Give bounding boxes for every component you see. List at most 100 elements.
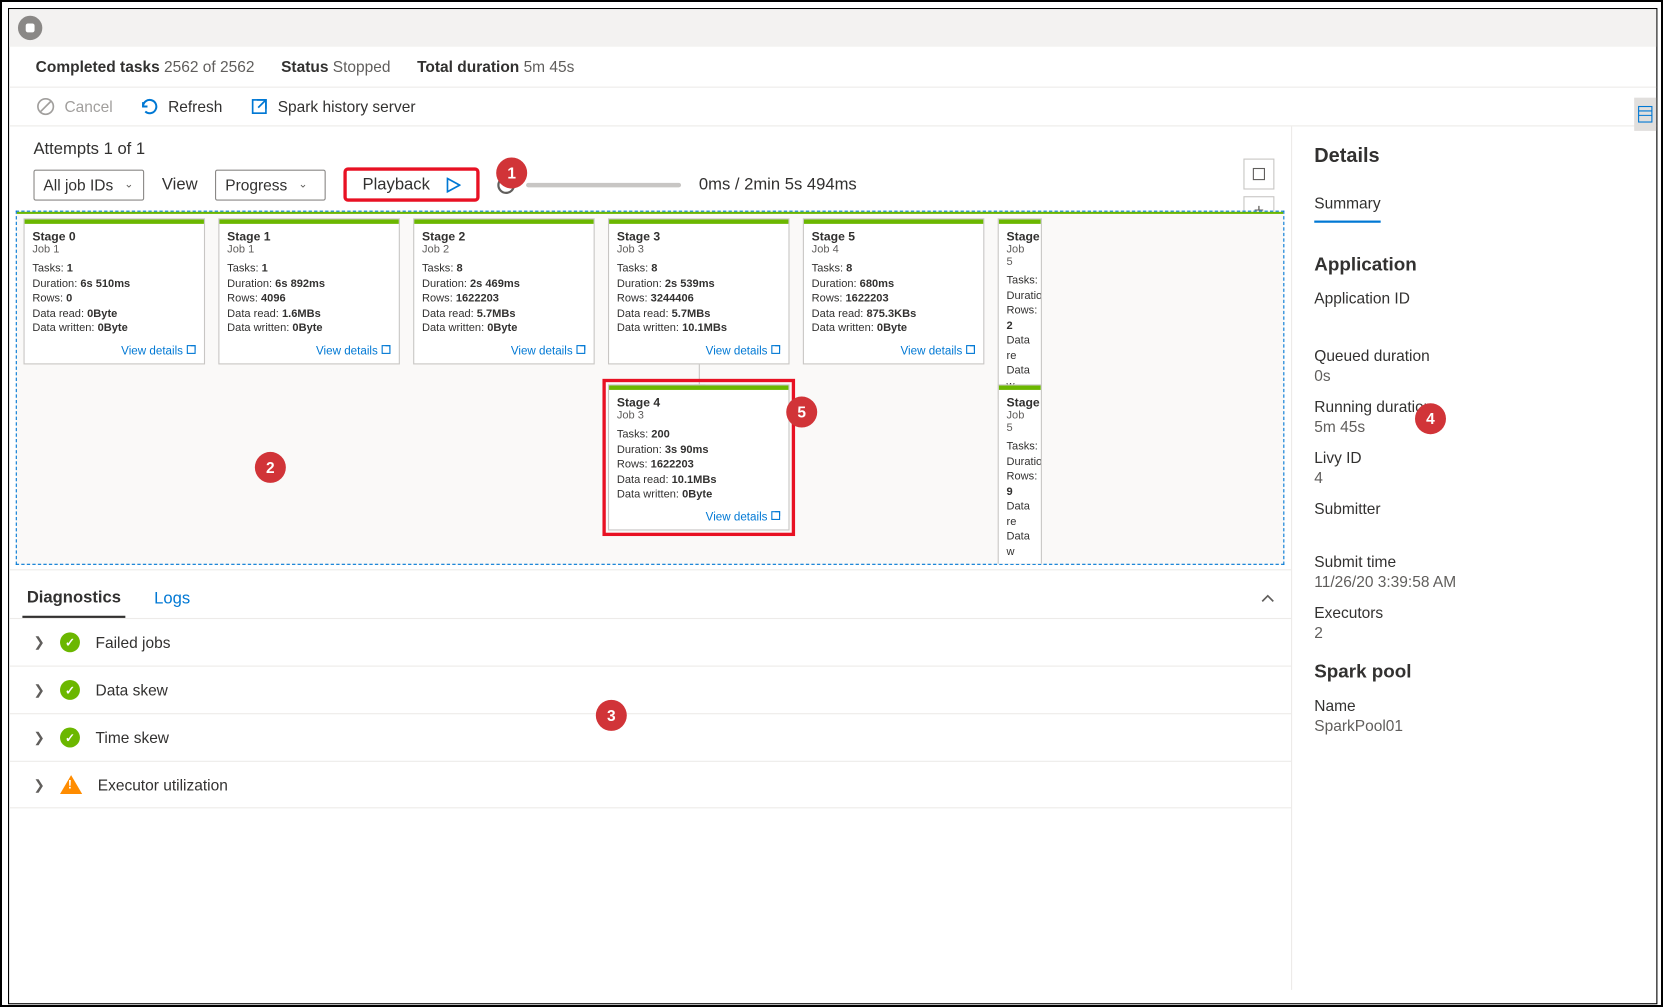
spark-history-button[interactable]: Spark history server xyxy=(249,97,416,117)
chevron-down-icon: ⌄ xyxy=(124,178,133,190)
submit-time-label: Submit time xyxy=(1314,553,1634,571)
stage-job: Job 5 xyxy=(1007,410,1034,434)
collapse-icon[interactable] xyxy=(1258,589,1278,609)
refresh-button[interactable]: Refresh xyxy=(139,97,222,117)
stage-title: Stage 1 xyxy=(227,231,391,244)
check-icon: ✓ xyxy=(60,728,80,748)
stage-title: Stage xyxy=(1007,397,1034,410)
stage-job: Job 1 xyxy=(32,244,196,256)
stage-job: Job 1 xyxy=(227,244,391,256)
stage-card[interactable]: Stage 0 Job 1 Tasks: 1 Duration: 6s 510m… xyxy=(23,218,205,364)
play-icon[interactable] xyxy=(445,177,460,192)
diagnostic-label: Failed jobs xyxy=(96,633,171,651)
stage-job: Job 4 xyxy=(812,244,976,256)
stage-title: Stage 3 xyxy=(617,231,781,244)
diagnostic-item[interactable]: ❯Executor utilization xyxy=(9,761,1291,809)
jobids-selected: All job IDs xyxy=(43,176,113,194)
queued-duration-label: Queued duration xyxy=(1314,347,1634,365)
stage-written: Data written: 0Byte xyxy=(812,321,976,336)
view-label: View xyxy=(162,175,198,194)
stage-job: Job 3 xyxy=(617,410,781,422)
app-id-label: Application ID xyxy=(1314,289,1634,307)
stage-rows: Rows: 3244406 xyxy=(617,291,781,306)
diagnostic-item[interactable]: ❯ ✓ Time skew xyxy=(9,713,1291,761)
stage-card[interactable]: Stage 2 Job 2 Tasks: 8 Duration: 2s 469m… xyxy=(413,218,595,364)
stage-duration: Duration: 2s 469ms xyxy=(422,276,586,291)
view-details-link[interactable]: View details xyxy=(219,341,398,363)
view-details-link[interactable]: View details xyxy=(25,341,204,363)
diagnostic-label: Data skew xyxy=(96,681,168,699)
details-tab-summary[interactable]: Summary xyxy=(1314,185,1380,223)
stage-card[interactable]: Stage Job 5 Tasks: Duratio Rows: 9 Data … xyxy=(998,384,1042,564)
stage-written: Data written: 0Byte xyxy=(422,321,586,336)
external-link-icon xyxy=(249,97,269,117)
diagnostic-item[interactable]: ❯ ✓ Data skew xyxy=(9,666,1291,714)
stage-read: Data read: 1.6MBs xyxy=(227,306,391,321)
stage-title: Stage 2 xyxy=(422,231,586,244)
side-panel-toggle[interactable] xyxy=(1634,98,1656,131)
stage-card[interactable]: Stage Job 5 Tasks: Duratio Rows: 2 Data … xyxy=(998,218,1042,398)
stage-rows: Rows: 0 xyxy=(32,291,196,306)
zoom-fit-button[interactable] xyxy=(1243,159,1274,190)
diagnostic-item[interactable]: ❯✓Failed jobs xyxy=(9,618,1291,666)
stage-rows: Rows: 9 xyxy=(1007,470,1034,500)
tab-logs[interactable]: Logs xyxy=(150,580,195,617)
attempts-label: Attempts 1 of 1 xyxy=(33,140,145,159)
view-details-link[interactable]: View details xyxy=(414,341,593,363)
stage-written: Data written: 0Byte xyxy=(32,321,196,336)
stop-icon[interactable] xyxy=(18,16,42,40)
cancel-button: Cancel xyxy=(36,97,113,117)
running-duration-label: Running duration xyxy=(1314,398,1634,416)
stage-tasks: Tasks: 8 xyxy=(617,262,781,277)
stage-card[interactable]: Stage 3 Job 3 Tasks: 8 Duration: 2s 539m… xyxy=(608,218,790,364)
stage-tasks: Tasks: xyxy=(1007,440,1034,455)
slider-track[interactable] xyxy=(526,182,681,186)
spark-history-label: Spark history server xyxy=(278,98,416,116)
stage-title: Stage 0 xyxy=(32,231,196,244)
diagnostic-label: Time skew xyxy=(96,729,169,747)
application-heading: Application xyxy=(1314,254,1634,276)
stage-card[interactable]: Stage 1 Job 1 Tasks: 1 Duration: 6s 892m… xyxy=(218,218,400,364)
stage-duration: Duration: 6s 510ms xyxy=(32,276,196,291)
spark-pool-heading: Spark pool xyxy=(1314,661,1634,683)
expand-icon[interactable]: ❯ xyxy=(33,682,44,697)
check-icon: ✓ xyxy=(60,680,80,700)
status-row: Completed tasks 2562 of 2562 Status Stop… xyxy=(9,47,1656,87)
stage-written: Data written: 10.1MBs xyxy=(617,321,781,336)
playback-control[interactable]: Playback xyxy=(344,167,480,201)
expand-icon[interactable]: ❯ xyxy=(33,635,44,650)
cancel-icon xyxy=(36,97,56,117)
stage-job: Job 5 xyxy=(1007,244,1034,268)
stage-read: Data read: 875.3KBs xyxy=(812,306,976,321)
stage-card[interactable]: Stage 5 Job 4 Tasks: 8 Duration: 680ms R… xyxy=(803,218,985,364)
view-details-link[interactable]: View details xyxy=(804,341,983,363)
stage-written: Data w xyxy=(1007,529,1034,559)
expand-icon[interactable]: ❯ xyxy=(33,777,44,792)
stage-read: Data read: 0Byte xyxy=(32,306,196,321)
view-dropdown[interactable]: Progress ⌄ xyxy=(215,169,326,200)
stage-job: Job 2 xyxy=(422,244,586,256)
livy-id-value: 4 xyxy=(1314,469,1634,487)
stage-rows: Rows: 1622203 xyxy=(422,291,586,306)
expand-icon[interactable]: ❯ xyxy=(33,730,44,745)
stage-job: Job 3 xyxy=(617,244,781,256)
stage-rows: Rows: 1622203 xyxy=(812,291,976,306)
jobids-dropdown[interactable]: All job IDs ⌄ xyxy=(33,169,144,200)
stage-duration: Duration: 6s 892ms xyxy=(227,276,391,291)
view-details-link[interactable]: View details xyxy=(609,341,788,363)
callout-3: 3 xyxy=(596,700,627,731)
stage-card[interactable]: Stage 4 Job 3 Tasks: 200 Duration: 3s 90… xyxy=(608,384,790,530)
executors-value: 2 xyxy=(1314,623,1634,641)
callout-5: 5 xyxy=(786,397,817,428)
pool-name-value: SparkPool01 xyxy=(1314,716,1634,734)
stage-duration: Duration: 2s 539ms xyxy=(617,276,781,291)
stage-duration: Duratio xyxy=(1007,289,1034,304)
chevron-down-icon: ⌄ xyxy=(298,178,307,190)
tab-diagnostics[interactable]: Diagnostics xyxy=(22,579,125,618)
job-graph-canvas[interactable]: Stage 0 Job 1 Tasks: 1 Duration: 6s 510m… xyxy=(16,211,1285,565)
playback-time: 0ms / 2min 5s 494ms xyxy=(699,175,857,194)
stage-tasks: Tasks: 200 xyxy=(617,428,781,443)
view-details-link[interactable]: View details xyxy=(609,507,788,529)
stage-rows: Rows: 2 xyxy=(1007,304,1034,334)
stage-duration: Duration: 680ms xyxy=(812,276,976,291)
